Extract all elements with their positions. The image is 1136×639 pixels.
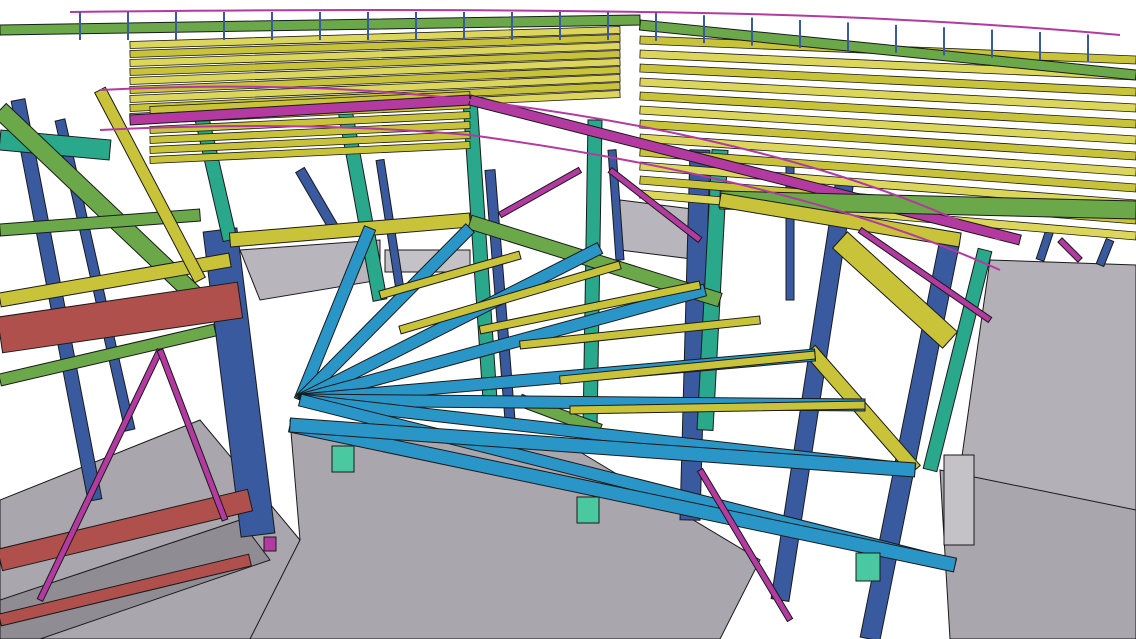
- connection-plate: [855, 552, 881, 582]
- column: [1035, 228, 1055, 262]
- column: [294, 166, 341, 234]
- stair-stringer: [943, 454, 975, 546]
- model-canvas[interactable]: [0, 0, 1136, 639]
- column: [1095, 237, 1115, 268]
- connection-plate: [331, 445, 355, 473]
- brace: [497, 166, 583, 219]
- column-base: [263, 536, 277, 552]
- brace: [1057, 237, 1083, 263]
- connection-plate: [576, 496, 600, 524]
- structural-model-viewport[interactable]: [0, 0, 1136, 639]
- handrail-top: [69, 9, 641, 13]
